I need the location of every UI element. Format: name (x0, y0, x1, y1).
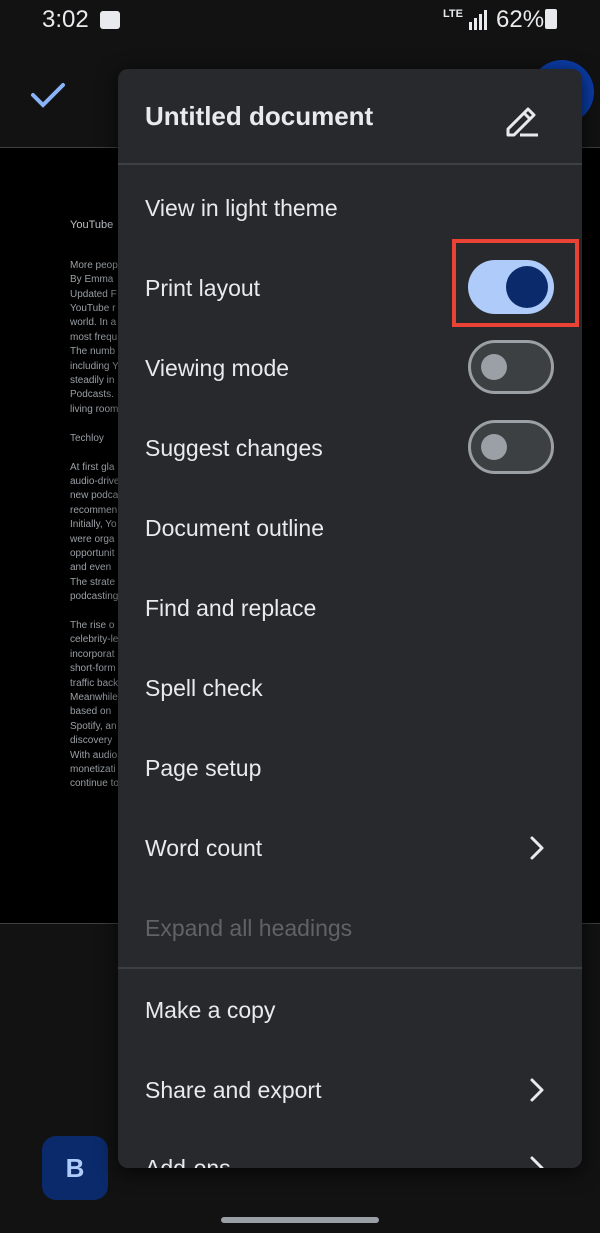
menu-item-add-ons[interactable]: Add-ons (118, 1128, 582, 1168)
menu-item-label: Viewing mode (145, 355, 290, 381)
menu-item-label: Add-ons (145, 1155, 231, 1168)
chevron-right-icon (530, 836, 544, 860)
chevron-right-icon (530, 1156, 544, 1168)
menu-item-label: Document outline (145, 515, 324, 541)
status-bar: 3:02 LTE 62% (0, 0, 600, 44)
menu-item-label: Spell check (145, 675, 263, 701)
edit-pencil-icon[interactable] (502, 99, 542, 139)
battery-icon (545, 9, 557, 29)
menu-item-suggest-changes[interactable]: Suggest changes (118, 408, 582, 488)
menu-item-label: Page setup (145, 755, 262, 781)
toggle-knob (481, 354, 507, 380)
toggle-knob (506, 266, 548, 308)
menu-item-document-outline[interactable]: Document outline (118, 488, 582, 568)
suggest-changes-toggle[interactable] (468, 420, 554, 474)
menu-item-label: Suggest changes (145, 435, 323, 461)
menu-item-label: Share and export (145, 1077, 322, 1103)
wifi-icon (100, 11, 120, 29)
network-type: LTE (443, 8, 463, 20)
menu-item-label: Expand all headings (145, 915, 353, 941)
menu-item-viewing-mode[interactable]: Viewing mode (118, 328, 582, 408)
menu-item-label: Print layout (145, 275, 261, 301)
bold-button[interactable]: B (42, 1136, 108, 1200)
status-time: 3:02 (42, 6, 89, 33)
document-title: Untitled document (145, 101, 374, 131)
battery-percent: 62% (496, 6, 545, 33)
menu-item-word-count[interactable]: Word count (118, 808, 582, 888)
gesture-handle (221, 1217, 379, 1223)
menu-item-expand-headings: Expand all headings (118, 888, 582, 968)
viewing-mode-toggle[interactable] (468, 340, 554, 394)
menu-header: Untitled document (118, 69, 582, 165)
menu-item-find-replace[interactable]: Find and replace (118, 568, 582, 648)
menu-divider (118, 967, 582, 969)
chevron-right-icon (530, 1078, 544, 1102)
menu-item-view-light-theme[interactable]: View in light theme (118, 168, 582, 248)
menu-item-label: View in light theme (145, 195, 338, 221)
menu-item-make-copy[interactable]: Make a copy (118, 970, 582, 1050)
menu-item-label: Make a copy (145, 997, 276, 1023)
menu-item-share-export[interactable]: Share and export (118, 1050, 582, 1130)
print-layout-toggle[interactable] (468, 260, 554, 314)
menu-item-label: Find and replace (145, 595, 317, 621)
menu-item-page-setup[interactable]: Page setup (118, 728, 582, 808)
overflow-menu: Untitled document View in light theme Pr… (118, 69, 582, 1168)
menu-item-spell-check[interactable]: Spell check (118, 648, 582, 728)
signal-icon (469, 10, 487, 30)
toggle-knob (481, 434, 507, 460)
menu-item-label: Word count (145, 835, 263, 861)
menu-item-print-layout[interactable]: Print layout (118, 239, 582, 328)
check-icon[interactable] (30, 80, 66, 110)
